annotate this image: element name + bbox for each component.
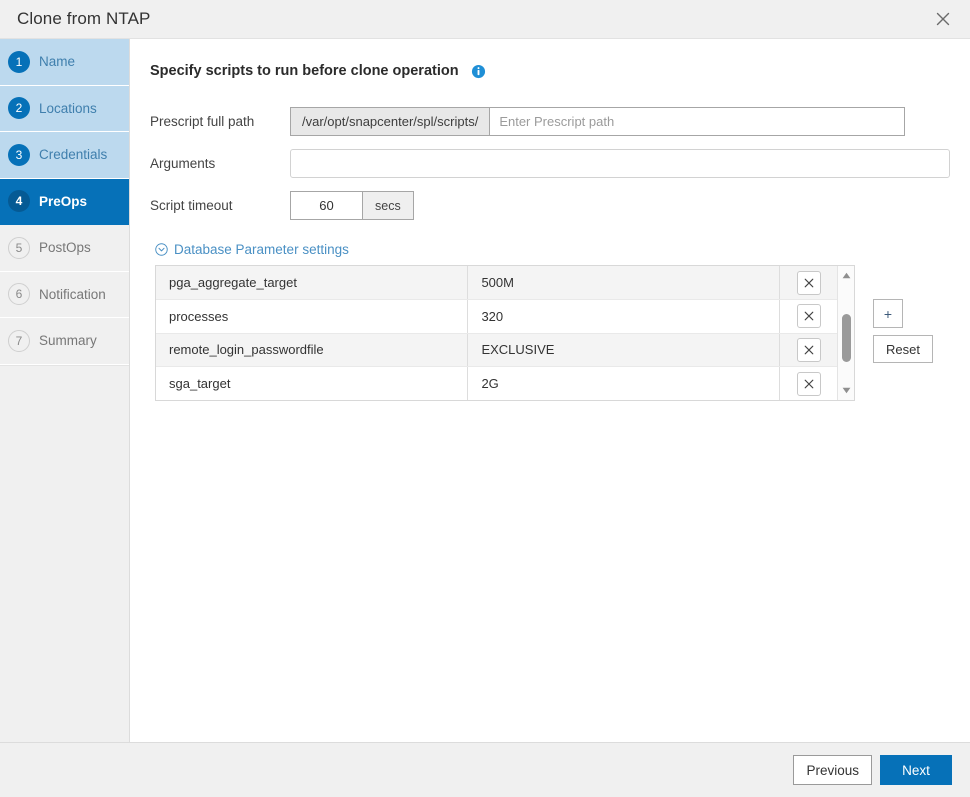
dialog-titlebar: Clone from NTAP [0,0,970,39]
param-action-cell [780,266,837,300]
sidebar-item-preops[interactable]: 4 PreOps [0,179,129,226]
param-name: sga_target [156,367,468,401]
page-title: Specify scripts to run before clone oper… [150,63,950,79]
reset-button[interactable]: Reset [873,335,933,363]
prescript-path-prefix: /var/opt/snapcenter/spl/scripts/ [291,108,490,135]
chevron-down-circle-icon [155,243,168,256]
param-name: processes [156,300,468,334]
script-timeout-row: Script timeout secs [150,191,950,220]
table-scrollbar[interactable] [837,266,854,400]
delete-row-button[interactable] [797,372,821,396]
arguments-row: Arguments [150,149,950,178]
sidebar-item-label-locations: Locations [39,101,97,116]
scrollbar-thumb[interactable] [842,314,851,362]
next-button[interactable]: Next [880,755,952,785]
close-icon[interactable] [928,4,958,34]
database-parameter-settings-label: Database Parameter settings [174,242,349,257]
sidebar-item-label-preops: PreOps [39,194,87,209]
param-action-cell [780,300,837,334]
wizard-sidebar: 1 Name 2 Locations 3 Credentials 4 PreOp… [0,39,130,742]
param-name: pga_aggregate_target [156,266,468,300]
table-row[interactable]: remote_login_passwordfile EXCLUSIVE [156,333,837,367]
script-timeout-label: Script timeout [150,198,290,213]
script-timeout-unit: secs [362,191,414,220]
step-number-6: 6 [8,283,30,305]
table-row[interactable]: sga_target 2G [156,367,837,401]
database-parameter-table-wrapper: pga_aggregate_target 500M [155,265,855,401]
step-number-7: 7 [8,330,30,352]
sidebar-item-label-postops: PostOps [39,240,91,255]
step-number-4: 4 [8,190,30,212]
table-row[interactable]: pga_aggregate_target 500M [156,266,837,300]
database-parameter-settings-toggle[interactable]: Database Parameter settings [155,242,349,257]
sidebar-item-label-summary: Summary [39,333,97,348]
sidebar-item-notification[interactable]: 6 Notification [0,272,129,319]
arguments-input[interactable] [290,149,950,178]
triangle-down-icon[interactable] [838,383,854,398]
param-action-cell [780,333,837,367]
delete-row-button[interactable] [797,304,821,328]
prescript-field-group: /var/opt/snapcenter/spl/scripts/ [290,107,905,136]
main-panel: Specify scripts to run before clone oper… [130,39,970,742]
info-icon[interactable] [471,64,486,79]
arguments-label: Arguments [150,156,290,171]
step-number-3: 3 [8,144,30,166]
page-title-text: Specify scripts to run before clone oper… [150,63,459,79]
table-row[interactable]: processes 320 [156,300,837,334]
database-parameter-table-area: pga_aggregate_target 500M [155,265,950,401]
dialog-footer: Previous Next [0,742,970,797]
table-side-buttons: + Reset [873,265,933,363]
step-number-1: 1 [8,51,30,73]
param-name: remote_login_passwordfile [156,333,468,367]
sidebar-item-postops[interactable]: 5 PostOps [0,225,129,272]
sidebar-item-locations[interactable]: 2 Locations [0,86,129,133]
step-number-5: 5 [8,237,30,259]
prescript-label: Prescript full path [150,114,290,129]
step-number-2: 2 [8,97,30,119]
sidebar-item-name[interactable]: 1 Name [0,39,129,86]
sidebar-item-credentials[interactable]: 3 Credentials [0,132,129,179]
prescript-input[interactable] [490,108,904,135]
triangle-up-icon[interactable] [838,268,854,283]
param-value: EXCLUSIVE [468,333,780,367]
script-timeout-input[interactable] [290,191,362,220]
sidebar-item-label-notification: Notification [39,287,106,302]
param-value: 2G [468,367,780,401]
sidebar-item-label-name: Name [39,54,75,69]
param-value: 320 [468,300,780,334]
script-timeout-group: secs [290,191,414,220]
previous-button[interactable]: Previous [793,755,872,785]
delete-row-button[interactable] [797,338,821,362]
prescript-row: Prescript full path /var/opt/snapcenter/… [150,107,950,136]
param-value: 500M [468,266,780,300]
dialog-title: Clone from NTAP [17,9,150,29]
database-parameter-table: pga_aggregate_target 500M [156,266,837,400]
sidebar-item-summary[interactable]: 7 Summary [0,318,129,365]
add-parameter-button[interactable]: + [873,299,903,328]
sidebar-item-label-credentials: Credentials [39,147,107,162]
clone-from-ntap-dialog: Clone from NTAP 1 Name 2 Locations 3 Cre… [0,0,970,797]
sidebar-filler [0,365,129,743]
delete-row-button[interactable] [797,271,821,295]
dialog-body: 1 Name 2 Locations 3 Credentials 4 PreOp… [0,39,970,742]
param-action-cell [780,367,837,401]
